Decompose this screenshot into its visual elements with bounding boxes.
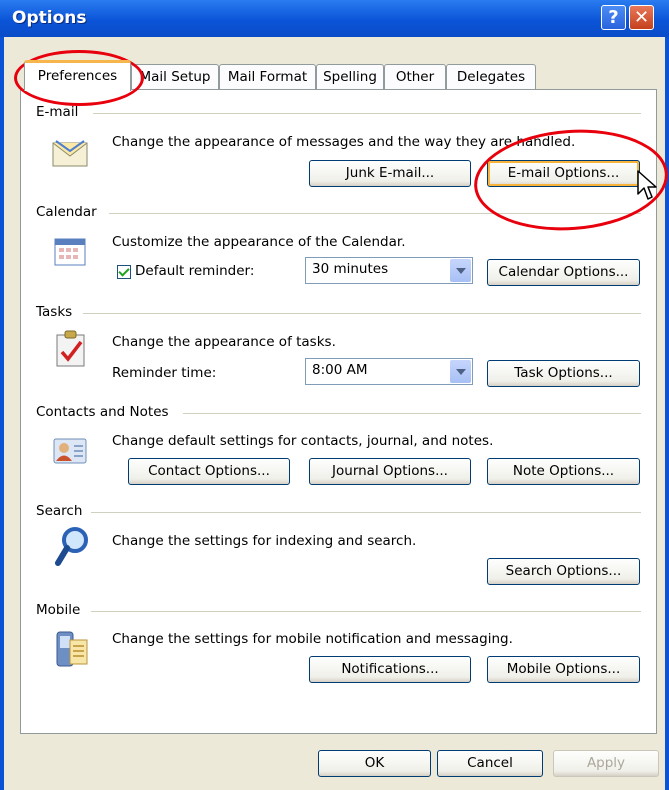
tasks-divider — [83, 313, 641, 314]
mobile-options-button[interactable]: Mobile Options... — [487, 656, 640, 683]
reminder-time-value: 8:00 AM — [312, 362, 368, 378]
ok-button[interactable]: OK — [318, 750, 431, 777]
tab-preferences[interactable]: Preferences — [24, 60, 131, 91]
contacts-divider — [183, 413, 641, 414]
email-group-label: E-mail — [36, 104, 79, 120]
notifications-button[interactable]: Notifications... — [309, 656, 471, 683]
default-reminder-select[interactable]: 30 minutes — [305, 257, 473, 284]
search-divider — [91, 512, 641, 513]
mobile-group-label: Mobile — [36, 602, 81, 618]
window-title: Options — [12, 8, 87, 28]
mouse-pointer-icon — [637, 170, 657, 200]
default-reminder-value: 30 minutes — [312, 261, 389, 277]
tasks-description: Change the appearance of tasks. — [112, 334, 336, 350]
reminder-time-label: Reminder time: — [112, 365, 217, 381]
mobile-description: Change the settings for mobile notificat… — [112, 631, 513, 647]
email-divider — [93, 113, 641, 114]
calendar-group-label: Calendar — [36, 204, 97, 220]
close-button[interactable]: ✕ — [629, 5, 654, 30]
journal-options-button[interactable]: Journal Options... — [309, 458, 471, 485]
tasks-group-label: Tasks — [36, 304, 73, 320]
envelope-icon — [52, 140, 88, 167]
cancel-button[interactable]: Cancel — [437, 750, 543, 777]
contact-options-button[interactable]: Contact Options... — [128, 458, 290, 485]
tab-spelling[interactable]: Spelling — [316, 64, 384, 89]
chevron-down-icon[interactable] — [450, 259, 471, 282]
reminder-time-select[interactable]: 8:00 AM — [305, 358, 473, 385]
mobile-divider — [91, 611, 641, 612]
magnifier-icon — [55, 527, 88, 566]
default-reminder-checkbox[interactable] — [117, 265, 131, 279]
chevron-down-icon[interactable] — [450, 360, 471, 383]
calendar-icon — [54, 238, 86, 266]
tab-delegates[interactable]: Delegates — [446, 64, 536, 89]
calendar-description: Customize the appearance of the Calendar… — [112, 234, 406, 250]
help-button[interactable]: ? — [601, 5, 626, 30]
mobile-device-icon — [56, 631, 88, 667]
apply-button[interactable]: Apply — [553, 750, 659, 777]
title-bar[interactable]: Options ? ✕ — [0, 0, 669, 37]
search-options-button[interactable]: Search Options... — [487, 558, 640, 585]
junk-email-button[interactable]: Junk E-mail... — [309, 160, 471, 187]
tab-mail-setup[interactable]: Mail Setup — [131, 64, 219, 89]
contacts-group-label: Contacts and Notes — [36, 404, 169, 420]
task-options-button[interactable]: Task Options... — [487, 360, 640, 387]
calendar-options-button[interactable]: Calendar Options... — [487, 259, 640, 286]
search-description: Change the settings for indexing and sea… — [112, 533, 417, 549]
tab-mail-format[interactable]: Mail Format — [219, 64, 316, 89]
contacts-description: Change default settings for contacts, jo… — [112, 433, 494, 449]
options-dialog: Options ? ✕ Preferences Mail Setup Mail … — [0, 0, 669, 790]
tab-other[interactable]: Other — [384, 64, 446, 89]
default-reminder-label: Default reminder: — [135, 263, 255, 279]
search-group-label: Search — [36, 503, 83, 519]
task-clipboard-icon — [56, 330, 85, 367]
note-options-button[interactable]: Note Options... — [487, 458, 640, 485]
contact-card-icon — [53, 438, 87, 464]
